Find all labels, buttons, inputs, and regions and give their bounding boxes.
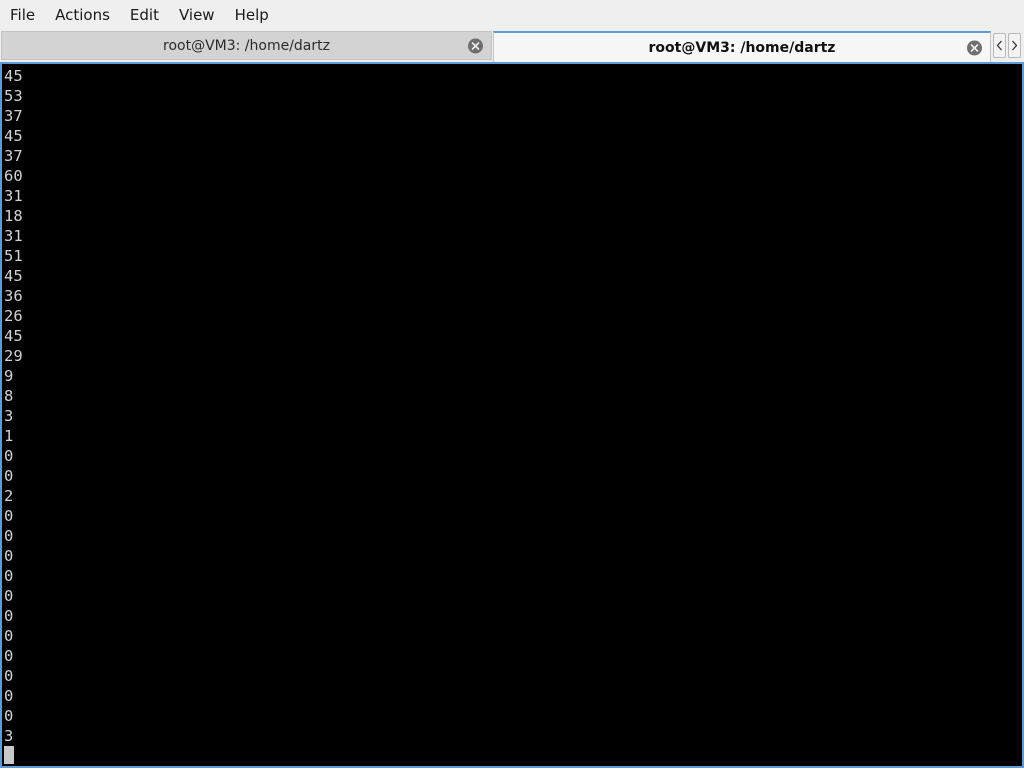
tab-terminal-2[interactable]: root@VM3: /home/dartz <box>493 31 991 62</box>
close-icon[interactable] <box>468 38 483 53</box>
tab-terminal-1[interactable]: root@VM3: /home/dartz <box>1 31 492 60</box>
terminal-line: 0 <box>4 667 14 685</box>
terminal-line: 0 <box>4 707 14 725</box>
terminal-line: 0 <box>4 567 14 585</box>
terminal-line: 0 <box>4 627 14 645</box>
terminal-line: 45 <box>4 127 23 145</box>
terminal-line: 53 <box>4 87 23 105</box>
terminal-line: 0 <box>4 547 14 565</box>
tab-bar: root@VM3: /home/dartz root@VM3: /home/da… <box>0 30 1024 62</box>
chevron-right-icon <box>1012 40 1018 51</box>
terminal-line: 45 <box>4 267 23 285</box>
menu-actions[interactable]: Actions <box>45 0 120 30</box>
terminal-line: 51 <box>4 247 23 265</box>
menu-file[interactable]: File <box>0 0 45 30</box>
terminal-line: 0 <box>4 447 14 465</box>
tab-label: root@VM3: /home/dartz <box>163 37 330 54</box>
menu-help[interactable]: Help <box>225 0 279 30</box>
tab-scroll-left-button[interactable] <box>993 33 1006 58</box>
terminal-line: 45 <box>4 67 23 85</box>
terminal-line: 37 <box>4 147 23 165</box>
terminal-line: 3 <box>4 407 14 425</box>
terminal-line: 0 <box>4 687 14 705</box>
menubar: File Actions Edit View Help <box>0 0 1024 30</box>
close-icon[interactable] <box>967 40 982 55</box>
terminal-line: 0 <box>4 527 14 545</box>
terminal-line: 37 <box>4 107 23 125</box>
terminal-line: 1 <box>4 427 14 445</box>
terminal-line: 60 <box>4 167 23 185</box>
tab-label: root@VM3: /home/dartz <box>648 39 836 56</box>
chevron-left-icon <box>996 40 1002 51</box>
terminal-line: 0 <box>4 607 14 625</box>
terminal-line: 8 <box>4 387 14 405</box>
terminal-line: 18 <box>4 207 23 225</box>
terminal-line: 45 <box>4 327 23 345</box>
terminal-line: 29 <box>4 347 23 365</box>
terminal-line: 36 <box>4 287 23 305</box>
terminal-line: 2 <box>4 487 14 505</box>
terminal-line: 31 <box>4 227 23 245</box>
terminal-line: 0 <box>4 647 14 665</box>
terminal-line: 3 <box>4 727 14 745</box>
terminal-line: 0 <box>4 467 14 485</box>
terminal-line: 9 <box>4 367 14 385</box>
terminal-line: 26 <box>4 307 23 325</box>
terminal-line: 0 <box>4 587 14 605</box>
terminal-lines: 45 53 37 45 37 60 31 18 31 51 45 36 26 45 29 9 8 3 1 0 0 2 0 0 0… <box>4 66 23 746</box>
terminal-line: 0 <box>4 507 14 525</box>
terminal-output[interactable]: 45 53 37 45 37 60 31 18 31 51 45 36 26 45 29 9 8 3 1 0 0 2 0 0 0… <box>0 62 1024 768</box>
menu-view[interactable]: View <box>169 0 225 30</box>
menu-edit[interactable]: Edit <box>120 0 169 30</box>
terminal-cursor <box>4 746 14 764</box>
terminal-line: 31 <box>4 187 23 205</box>
tab-scroll-right-button[interactable] <box>1008 33 1021 58</box>
